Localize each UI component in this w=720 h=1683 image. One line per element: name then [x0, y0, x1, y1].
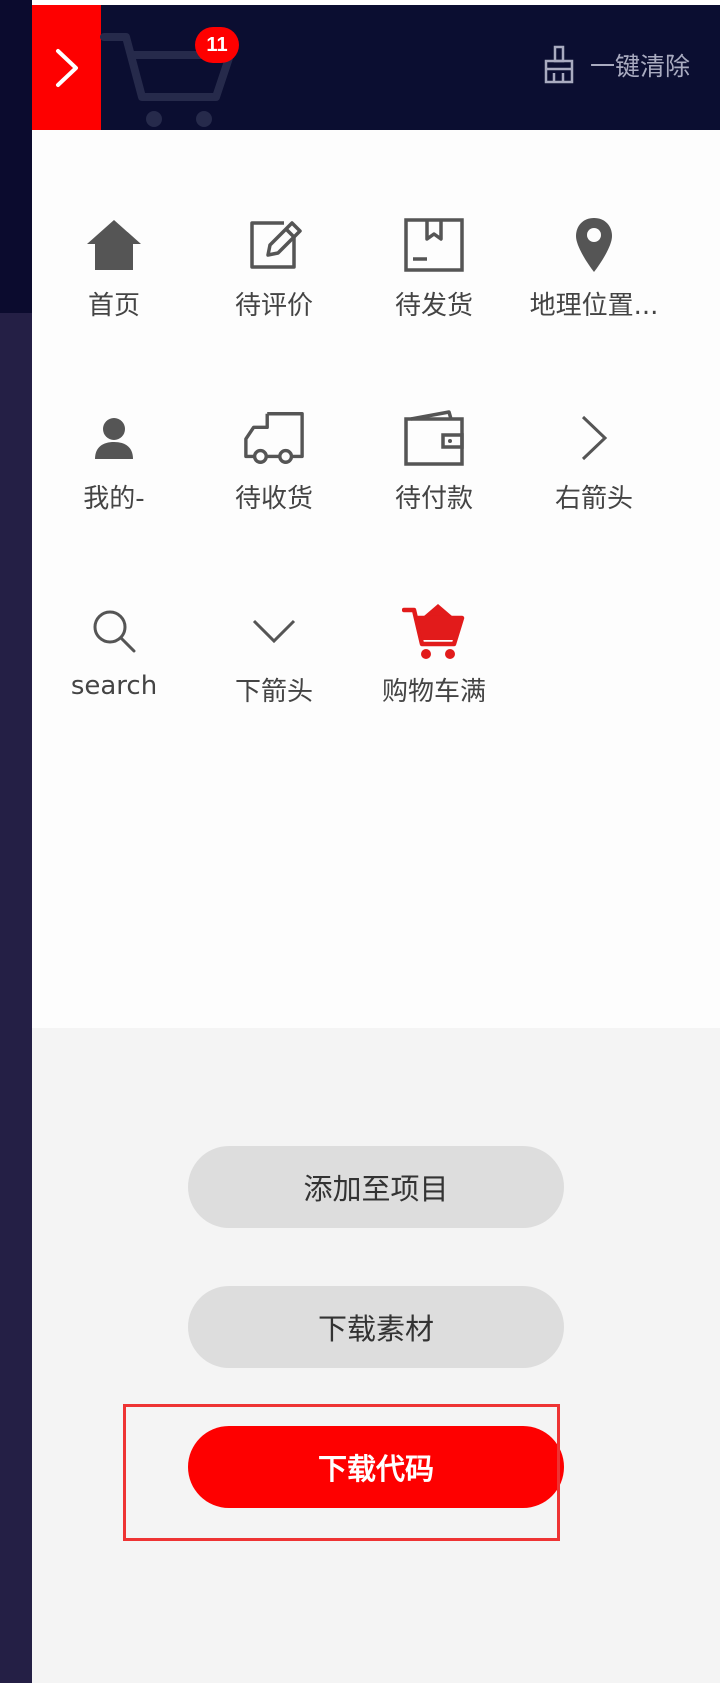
highlight-box: [123, 1404, 560, 1541]
search-icon: [82, 599, 146, 663]
cart-full-icon: [402, 599, 466, 663]
icon-tile-location[interactable]: 地理位置...: [514, 195, 674, 345]
icon-tile-review[interactable]: 待评价: [194, 195, 354, 345]
icon-tile-label: 待付款: [394, 484, 473, 514]
home-icon: [82, 213, 146, 277]
icon-tile-to-receive[interactable]: 待收货: [194, 388, 354, 538]
icon-tile-label: 地理位置...: [529, 291, 659, 321]
clear-all-label: 一键清除: [589, 52, 690, 81]
chevron-right-icon: [562, 406, 626, 470]
truck-icon: [242, 406, 306, 470]
collapse-button[interactable]: [32, 5, 101, 130]
background-strip-top: [0, 0, 32, 313]
icon-tile-search[interactable]: search: [34, 581, 194, 731]
panel-header: 11 一键清除: [32, 5, 720, 130]
wallet-icon: [402, 406, 466, 470]
icon-tile-label: 我的-: [83, 484, 145, 514]
icon-tile-mine[interactable]: 我的-: [34, 388, 194, 538]
icon-tile-label: 首页: [87, 291, 140, 321]
package-icon: [402, 213, 466, 277]
location-pin-icon: [562, 213, 626, 277]
chevron-right-icon: [56, 49, 78, 87]
icon-tile-right-arrow[interactable]: 右箭头: [514, 388, 674, 538]
icon-tile-to-ship[interactable]: 待发货: [354, 195, 514, 345]
clear-all-button[interactable]: 一键清除: [542, 45, 690, 85]
download-assets-button[interactable]: 下载素材: [188, 1286, 564, 1368]
icon-tile-label: 右箭头: [554, 484, 633, 514]
user-icon: [82, 406, 146, 470]
background-strip: [0, 0, 32, 1683]
broom-icon: [544, 45, 574, 84]
icon-tile-down-arrow[interactable]: 下箭头: [194, 581, 354, 731]
icon-tile-label: 购物车满: [381, 677, 486, 707]
edit-icon: [242, 213, 306, 277]
icon-tile-label: 待发货: [394, 291, 473, 321]
icon-tile-cart-full[interactable]: 购物车满: [354, 581, 514, 731]
icon-tile-label: search: [70, 671, 158, 701]
cart-count-badge: 11: [195, 27, 239, 63]
icon-tile-label: 待评价: [234, 291, 313, 321]
add-to-project-button[interactable]: 添加至项目: [188, 1146, 564, 1228]
icon-tile-home[interactable]: 首页: [34, 195, 194, 345]
chevron-down-icon: [242, 599, 306, 663]
icon-grid: 首页 待评价 待发货 地理位置... 我的- 待收货 待付款 右箭头 searc…: [32, 130, 720, 1028]
icon-tile-to-pay[interactable]: 待付款: [354, 388, 514, 538]
icon-tile-label: 下箭头: [234, 677, 313, 707]
icon-tile-label: 待收货: [234, 484, 313, 514]
